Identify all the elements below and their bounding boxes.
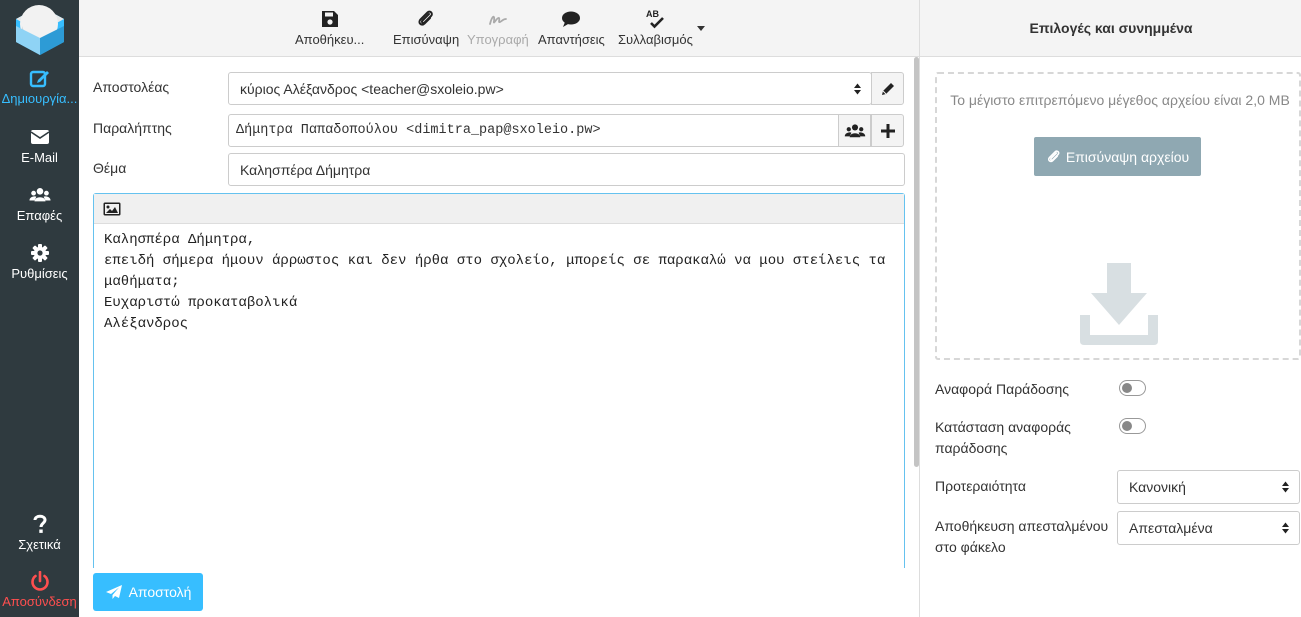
- save-sent-folder-select[interactable]: Απεσταλμένα: [1117, 511, 1300, 545]
- signature-icon: [488, 15, 507, 25]
- envelope-icon: [30, 130, 49, 144]
- message-editor[interactable]: Καλησπέρα Δήμητρα, επειδή σήμερα ήμουν ά…: [93, 193, 905, 568]
- paperclip-icon: [418, 10, 433, 26]
- from-label: Αποστολέας: [93, 79, 170, 95]
- subject-value: Καλησπέρα Δήμητρα: [240, 161, 371, 178]
- priority-value: Κανονική: [1129, 479, 1186, 495]
- from-select[interactable]: κύριος Αλέξανδρος <teacher@sxoleio.pw>: [228, 72, 872, 105]
- save-sent-label: Αποθήκευση απεσταλμένου στο φάκελο: [935, 518, 1109, 555]
- to-input[interactable]: Δήμητρα Παπαδοπούλου <dimitra_pap@sxolei…: [228, 114, 839, 147]
- select-arrows-icon: [1282, 522, 1289, 534]
- nav-about[interactable]: Σχετικά: [0, 514, 79, 552]
- responses-button-label: Απαντήσεις: [538, 32, 605, 47]
- nav-logout-label: Αποσύνδεση: [2, 594, 77, 609]
- svg-text:AB: AB: [646, 9, 659, 19]
- options-panel-title: Επιλογές και συνημμένα: [920, 0, 1301, 57]
- delivery-receipt-label: Αναφορά Παράδοσης: [935, 381, 1070, 397]
- add-contact-from-addressbook-button[interactable]: [838, 114, 871, 147]
- spellcheck-dropdown-caret-icon[interactable]: [697, 26, 705, 31]
- app-logo[interactable]: [12, 2, 68, 56]
- options-panel: Επιλογές και συνημμένα Το μέγιστο επιτρε…: [919, 0, 1301, 617]
- compose-icon: [29, 70, 49, 88]
- spellcheck-button-label: Συλλαβισμός: [618, 32, 693, 47]
- spellcheck-button[interactable]: AB Συλλαβισμός: [618, 8, 693, 47]
- send-button-label: Αποστολή: [128, 584, 192, 600]
- to-value: Δήμητρα Παπαδοπούλου <dimitra_pap@sxolei…: [236, 123, 601, 138]
- signature-button[interactable]: Υπογραφή: [467, 8, 529, 47]
- nav-about-label: Σχετικά: [18, 537, 61, 552]
- to-label: Παραλήπτης: [93, 120, 172, 136]
- nav-logout[interactable]: Αποσύνδεση: [0, 571, 79, 609]
- paperclip-icon: [1047, 149, 1060, 162]
- contacts-icon: [28, 188, 51, 202]
- attach-file-button[interactable]: Επισύναψη αρχείου: [1034, 137, 1201, 176]
- power-icon: [30, 571, 49, 591]
- select-arrows-icon: [854, 83, 861, 95]
- attach-button[interactable]: Επισύναψη: [393, 8, 459, 47]
- question-icon: [33, 514, 47, 533]
- nav-settings[interactable]: Ρυθμίσεις: [0, 243, 79, 281]
- spellcheck-icon: AB: [646, 9, 665, 29]
- max-size-hint: Το μέγιστο επιτρεπόμενο μέγεθος αρχείου …: [950, 92, 1290, 108]
- gear-icon: [30, 244, 49, 262]
- attachment-dropzone[interactable]: Το μέγιστο επιτρεπόμενο μέγεθος αρχείου …: [935, 72, 1301, 360]
- nav-compose[interactable]: Δημιουργία...: [0, 68, 79, 106]
- save-button[interactable]: Αποθήκευ...: [295, 8, 364, 47]
- floppy-disk-icon: [321, 11, 338, 27]
- save-sent-folder-value: Απεσταλμένα: [1129, 520, 1213, 536]
- delivery-receipt-toggle[interactable]: [1119, 380, 1146, 396]
- insert-image-icon[interactable]: [103, 202, 121, 216]
- comment-icon: [562, 11, 581, 27]
- subject-input[interactable]: Καλησπέρα Δήμητρα: [228, 153, 905, 186]
- compose-window: Δημιουργία... E-Mail Επαφές Ρυθμίσεις Σχ…: [0, 0, 1301, 617]
- nav-mail[interactable]: E-Mail: [0, 127, 79, 165]
- main-navigation: Δημιουργία... E-Mail Επαφές Ρυθμίσεις Σχ…: [0, 0, 79, 617]
- priority-select[interactable]: Κανονική: [1117, 470, 1300, 504]
- save-button-label: Αποθήκευ...: [295, 32, 365, 47]
- message-body[interactable]: Καλησπέρα Δήμητρα, επειδή σήμερα ήμουν ά…: [94, 224, 904, 341]
- priority-label: Προτεραιότητα: [935, 478, 1026, 494]
- nav-compose-label: Δημιουργία...: [1, 91, 78, 106]
- attach-file-button-label: Επισύναψη αρχείου: [1065, 148, 1190, 165]
- paper-plane-icon: [105, 585, 122, 599]
- nav-contacts-label: Επαφές: [16, 208, 63, 223]
- from-value: κύριος Αλέξανδρος <teacher@sxoleio.pw>: [240, 80, 504, 97]
- editor-toolbar: [94, 194, 904, 224]
- nav-settings-label: Ρυθμίσεις: [11, 266, 68, 281]
- nav-contacts[interactable]: Επαφές: [0, 185, 79, 223]
- contacts-icon: [844, 123, 865, 137]
- subject-label: Θέμα: [93, 160, 127, 176]
- compose-toolbar: Αποθήκευ... Επισύναψη Υπογραφή Απαντήσει…: [79, 0, 919, 57]
- responses-button[interactable]: Απαντήσεις: [538, 8, 605, 47]
- delivery-status-label: Κατάσταση αναφοράς παράδοσης: [935, 419, 1071, 456]
- plus-icon: [880, 123, 895, 138]
- select-arrows-icon: [1282, 481, 1289, 493]
- delivery-status-toggle[interactable]: [1119, 418, 1146, 434]
- attach-button-label: Επισύναψη: [393, 32, 460, 47]
- pencil-icon: [881, 82, 894, 95]
- add-header-button[interactable]: [871, 114, 904, 147]
- edit-identity-button[interactable]: [871, 72, 904, 105]
- send-button[interactable]: Αποστολή: [93, 573, 203, 611]
- nav-mail-label: E-Mail: [21, 150, 58, 165]
- signature-button-label: Υπογραφή: [467, 32, 529, 47]
- download-tray-icon: [1080, 263, 1158, 345]
